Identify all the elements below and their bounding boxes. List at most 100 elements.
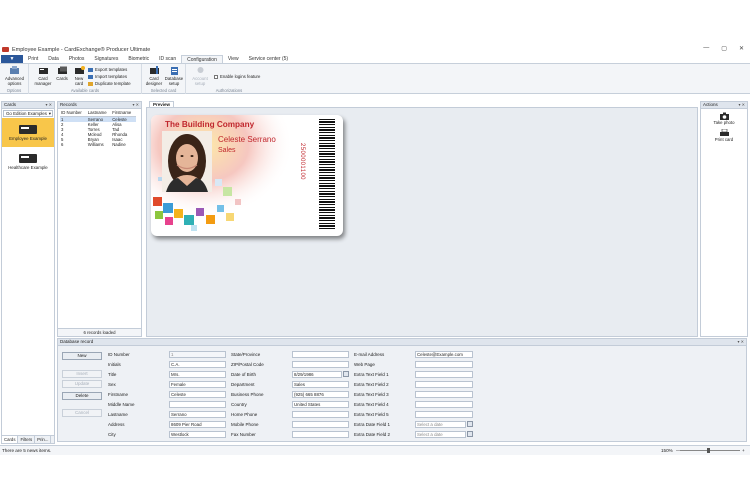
tab-filters[interactable]: Filters [18,436,36,443]
tab-print-queue[interactable]: Prin... [35,436,52,443]
title-bar: Employee Example - CardExchange® Produce… [0,44,750,55]
extra-text-2-field[interactable] [415,381,473,388]
tab-id-scan[interactable]: ID scan [154,55,181,63]
card-designer-button[interactable]: Card designer [145,66,163,86]
fax-number-field[interactable] [292,431,349,438]
zip-field[interactable] [292,361,349,368]
print-card-button[interactable]: Print card [701,128,747,143]
zoom-slider-thumb[interactable] [707,448,710,453]
field-label: Extra Text Field 5 [354,412,389,417]
home-phone-field[interactable] [292,411,349,418]
calendar-icon[interactable] [343,371,349,377]
card-group-dropdown[interactable]: Go Edition Examples [3,110,53,117]
table-row[interactable]: 6 Williams Nadine [60,142,136,147]
advanced-options-button[interactable]: Advanced options [2,66,27,86]
initials-field[interactable]: C.A. [169,361,226,368]
card-manager-icon [38,68,48,74]
status-bar: There are 5 news items. 150% — + [0,445,750,455]
duplicate-template-button[interactable]: Duplicate template [88,81,131,86]
field-label: Lastname [108,412,128,417]
checkbox-icon [214,74,218,79]
zoom-slider-track[interactable] [680,450,740,451]
tab-cards[interactable]: Cards [2,436,19,443]
address-field[interactable]: 8609 Pier Road [169,421,226,428]
tab-signatures[interactable]: Signatures [89,55,123,63]
tab-view[interactable]: View [223,55,244,63]
new-button[interactable]: New [62,352,102,360]
extra-text-5-field[interactable] [415,411,473,418]
middle-name-field[interactable] [169,401,226,408]
extra-text-3-field[interactable] [415,391,473,398]
field-label: State/Province [231,352,261,357]
extra-date-1-field[interactable]: Select a date [415,421,466,428]
card-item-employee[interactable]: Employee Example [2,118,54,147]
title-field[interactable]: Mrs. [169,371,226,378]
field-label: Department [231,382,255,387]
insert-button[interactable]: Insert [62,370,102,378]
pin-icon[interactable]: ▾ ✕ [738,339,744,345]
extra-text-1-field[interactable] [415,371,473,378]
tab-configuration[interactable]: Configuration [181,55,223,63]
id-card-preview[interactable]: The Building Company Celeste Serrano Sal… [151,115,343,236]
delete-button[interactable]: Delete [62,392,102,400]
field-label: ZIP/Postal Code [231,362,264,367]
enable-logins-checkbox[interactable]: Enable logins feature [214,74,260,79]
city-field[interactable]: Westlock [169,431,226,438]
database-record-header: Database record ▾ ✕ [58,339,746,346]
new-card-button[interactable]: New card [71,66,87,86]
database-setup-button[interactable]: Database setup [164,66,184,86]
zoom-level: 150% [661,448,673,453]
pin-icon[interactable]: ▾ ✕ [46,102,52,108]
business-phone-field[interactable]: (925) 665 8876 [292,391,349,398]
table-header-row: ID Number Lastname Firstname [60,110,136,117]
take-photo-button[interactable]: Take photo [701,112,747,126]
extra-date-2-field[interactable]: Select a date [415,431,466,438]
advanced-options-icon [10,66,19,74]
cards-panel-header: Cards ▾ ✕ [2,102,54,109]
news-status-message[interactable]: There are 5 news items. [2,446,51,455]
mobile-phone-field[interactable] [292,421,349,428]
card-manager-button[interactable]: Card manager [32,66,54,86]
options-group: Advanced options Options [0,64,29,94]
field-label: Extra Date Field 2 [354,432,391,437]
close-icon[interactable]: ✕ [739,45,744,52]
file-menu-button[interactable]: ▼ [1,55,23,63]
web-page-field[interactable] [415,361,473,368]
country-field[interactable]: United States [292,401,349,408]
tab-print[interactable]: Print [23,55,43,63]
export-templates-button[interactable]: Export templates [88,67,127,72]
update-button[interactable]: Update [62,380,102,388]
date-of-birth-field[interactable]: 8/29/1986 [292,371,342,378]
zoom-in-icon[interactable]: + [742,446,745,455]
cards-dropdown-button[interactable]: Cards [54,66,70,82]
email-field[interactable]: Celeste@Example.com [415,351,473,358]
tab-biometric[interactable]: Biometric [123,55,154,63]
camera-icon [719,112,729,120]
calendar-icon[interactable] [467,421,473,427]
cards-bottom-tabs: Cards Filters Prin... [2,435,54,443]
calendar-icon[interactable] [467,431,473,437]
field-label: Extra Text Field 1 [354,372,389,377]
pin-icon[interactable]: ▾ ✕ [739,102,745,108]
new-card-icon [74,66,85,74]
field-label: E-mail Address [354,352,385,357]
account-setup-button[interactable]: Account setup [190,66,210,86]
lastname-field[interactable]: Serrano [169,411,226,418]
id-number-field[interactable]: 1 [169,351,226,358]
department-field[interactable]: Sales [292,381,349,388]
extra-text-4-field[interactable] [415,401,473,408]
import-templates-button[interactable]: Import templates [88,74,127,79]
pin-icon[interactable]: ▾ ✕ [133,102,139,108]
actions-panel: Actions ▾ ✕ Take photo Print card [700,101,748,337]
maximize-icon[interactable]: ▢ [721,45,727,52]
tab-service-center[interactable]: Service center (5) [244,55,293,63]
tab-data[interactable]: Data [43,55,64,63]
card-item-healthcare[interactable]: Healthcare Example [2,147,54,176]
minimize-icon[interactable]: — [703,45,709,52]
database-record-panel: Database record ▾ ✕ New Insert Update Del… [57,338,747,442]
firstname-field[interactable]: Celeste [169,391,226,398]
state-field[interactable] [292,351,349,358]
cancel-button[interactable]: Cancel [62,409,102,417]
tab-photos[interactable]: Photos [64,55,90,63]
sex-field[interactable]: Female [169,381,226,388]
